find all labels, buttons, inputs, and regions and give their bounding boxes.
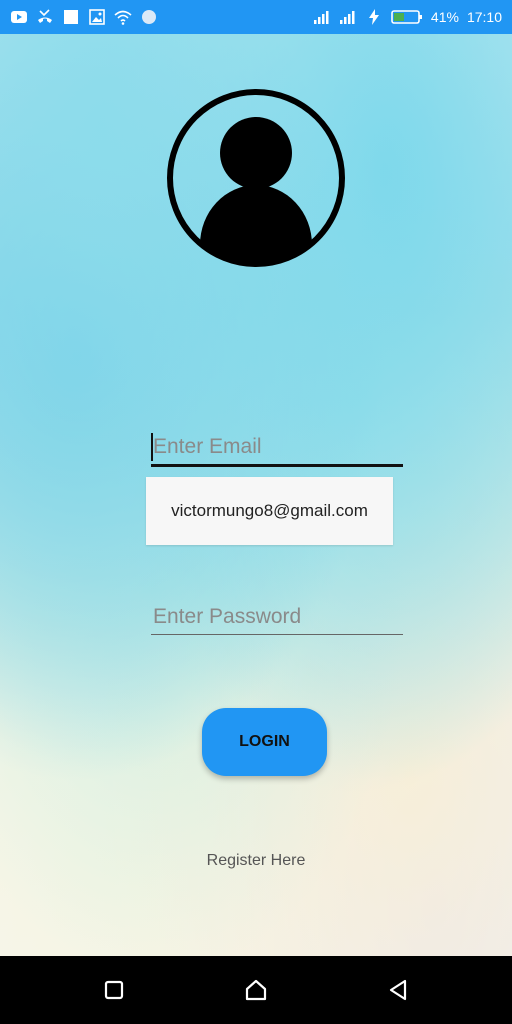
back-triangle-icon — [389, 979, 407, 1001]
missed-call-icon — [36, 8, 54, 26]
home-icon — [245, 979, 267, 1001]
status-left-icons — [10, 8, 158, 26]
navigation-bar — [0, 956, 512, 1024]
clock: 17:10 — [466, 9, 502, 25]
signal-icon — [339, 8, 357, 26]
register-link[interactable]: Register Here — [0, 852, 512, 870]
recents-button[interactable] — [100, 976, 128, 1004]
text-caret — [151, 433, 153, 461]
avatar — [165, 87, 347, 269]
back-button[interactable] — [384, 976, 412, 1004]
youtube-icon — [10, 8, 28, 26]
battery-icon — [391, 8, 423, 26]
square-notification-icon — [62, 8, 80, 26]
circle-notification-icon — [140, 8, 158, 26]
status-right-icons: 41% 17:10 — [313, 8, 502, 26]
user-avatar-icon — [167, 89, 345, 267]
square-icon — [104, 980, 124, 1000]
password-field[interactable] — [151, 600, 403, 635]
email-autofill-suggestion[interactable]: victormungo8@gmail.com — [146, 477, 393, 545]
battery-percent: 41% — [430, 9, 459, 25]
email-input[interactable] — [151, 430, 403, 464]
email-field[interactable] — [151, 430, 403, 467]
wifi-icon — [114, 8, 132, 26]
home-button[interactable] — [242, 976, 270, 1004]
charging-icon — [365, 8, 383, 26]
signal-icon — [313, 8, 331, 26]
password-input[interactable] — [151, 600, 403, 634]
login-button[interactable]: LOGIN — [202, 708, 327, 776]
gallery-icon — [88, 8, 106, 26]
status-bar: 41% 17:10 — [0, 0, 512, 34]
